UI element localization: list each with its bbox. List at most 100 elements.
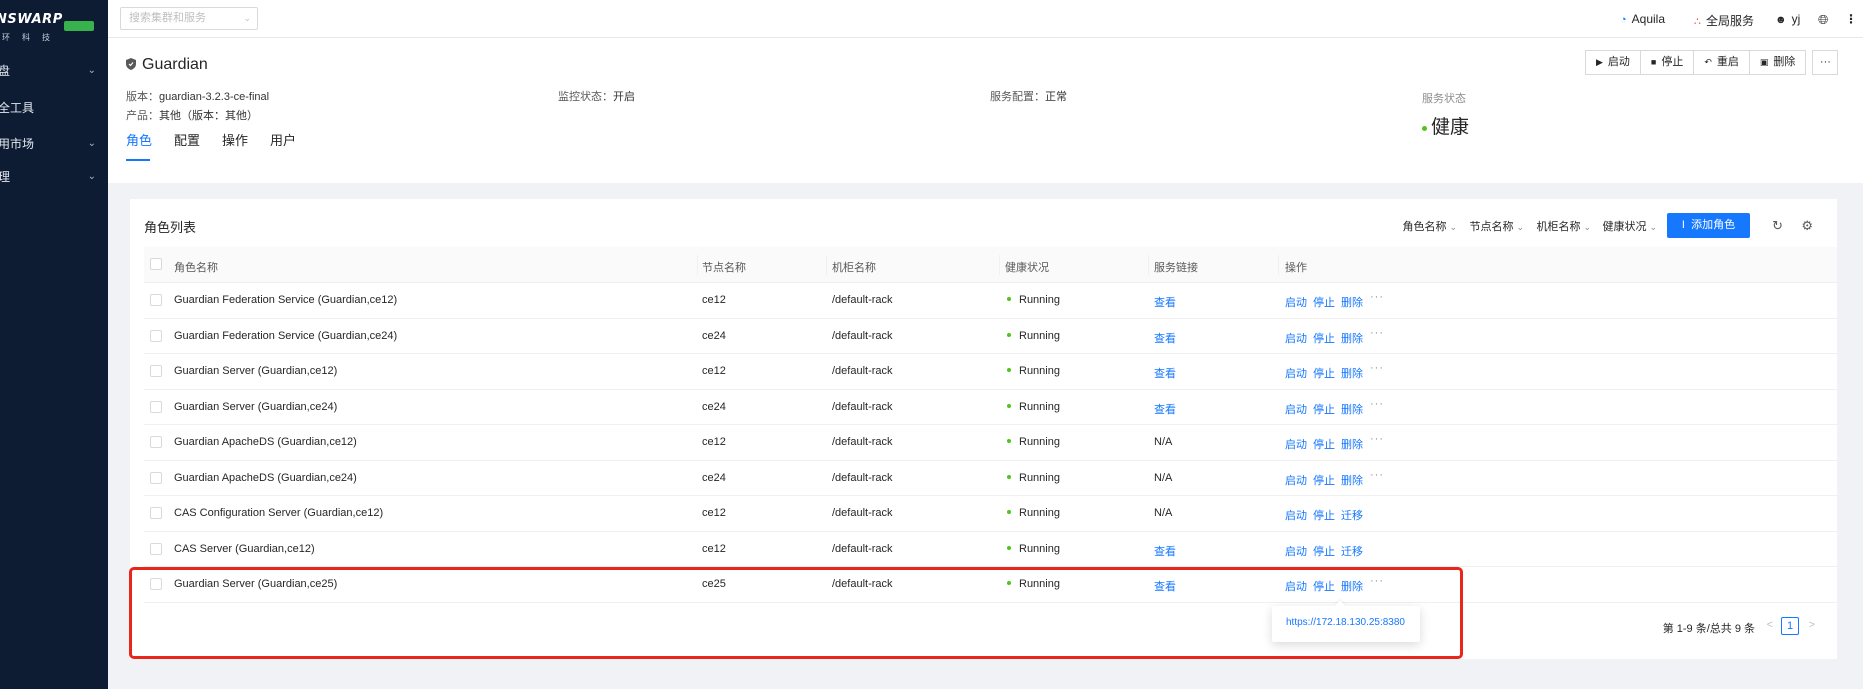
refresh-icon[interactable]: ↻ <box>1772 218 1783 234</box>
row-action-start-button[interactable]: 启动 <box>1285 578 1307 594</box>
row-action-start-button[interactable]: 启动 <box>1285 436 1307 452</box>
table-row[interactable]: Guardian Server (Guardian,ce25) ce25/defa… <box>144 567 1837 603</box>
row-action-stop-button[interactable]: 停止 <box>1313 365 1335 381</box>
row-action-migrate-button[interactable]: 迁移 <box>1341 507 1363 523</box>
sidebar-item-manage[interactable]: 理 ⌄ <box>0 167 108 187</box>
aquila-link[interactable]: ◔ Aquila <box>1620 12 1665 26</box>
row-action-start-button[interactable]: 启动 <box>1285 365 1307 381</box>
row-action-stop-button[interactable]: 停止 <box>1313 401 1335 417</box>
row-checkbox[interactable] <box>150 542 162 555</box>
col-actions: 操作 <box>1285 262 1307 274</box>
row-action-start-button[interactable]: 启动 <box>1285 330 1307 346</box>
row-action-start-button[interactable]: 启动 <box>1285 294 1307 310</box>
global-services-link[interactable]: ∴ 全局服务 <box>1694 12 1754 29</box>
table-row[interactable]: Guardian ApacheDS (Guardian,ce24) ce24/de… <box>144 461 1837 496</box>
row-action-start-button[interactable]: 启动 <box>1285 543 1307 559</box>
row-action-migrate-button[interactable]: 迁移 <box>1341 543 1363 559</box>
row-checkbox[interactable] <box>150 329 162 342</box>
row-action-start-button[interactable]: 启动 <box>1285 472 1307 488</box>
row-more-icon[interactable]: ··· <box>1370 469 1384 481</box>
settings-icon[interactable]: ⚙︎ <box>1801 218 1813 234</box>
row-checkbox[interactable] <box>150 365 162 377</box>
restart-button[interactable]: ↶ 重启 <box>1693 50 1750 75</box>
health-status: Running <box>1007 543 1060 555</box>
row-more-icon[interactable]: ··· <box>1370 575 1384 587</box>
user-menu[interactable]: ☻ yj <box>1775 12 1800 26</box>
status-dot <box>1007 439 1011 443</box>
row-action-stop-button[interactable]: 停止 <box>1313 543 1335 559</box>
view-link[interactable]: 查看 <box>1154 578 1176 594</box>
stop-button[interactable]: ■ 停止 <box>1639 50 1695 75</box>
row-checkbox[interactable] <box>150 294 162 306</box>
table-row[interactable]: Guardian Federation Service (Guardian,ce… <box>144 283 1837 319</box>
row-action-stop-button[interactable]: 停止 <box>1313 294 1335 310</box>
service-url-link[interactable]: https://172.18.130.25:8380 <box>1286 617 1405 628</box>
row-more-icon[interactable]: ··· <box>1370 327 1384 339</box>
page-button[interactable]: 1 <box>1781 617 1799 635</box>
cluster-search-select[interactable]: 搜索集群和服务 ⌄ <box>120 7 258 30</box>
logo[interactable]: NSWARP 环科技 <box>0 12 108 46</box>
start-button[interactable]: ▶ 启动 <box>1585 50 1641 75</box>
tab-users[interactable]: 用户 <box>270 130 296 149</box>
row-action-delete-button[interactable]: 删除 <box>1341 330 1363 346</box>
view-link[interactable]: 查看 <box>1154 294 1176 310</box>
row-action-start-button[interactable]: 启动 <box>1285 507 1307 523</box>
row-checkbox[interactable] <box>150 578 162 590</box>
table-row[interactable]: CAS Server (Guardian,ce12) ce12/default-r… <box>144 532 1837 567</box>
row-action-delete-button[interactable]: 删除 <box>1341 294 1363 310</box>
stop-label: 停止 <box>1661 56 1684 68</box>
sidebar-item-dashboard[interactable]: 盘 ⌄ <box>0 61 108 81</box>
tab-operations[interactable]: 操作 <box>222 130 248 149</box>
row-action-delete-button[interactable]: 删除 <box>1341 472 1363 488</box>
chevron-right-icon[interactable]: > <box>1809 619 1815 631</box>
row-checkbox[interactable] <box>150 436 162 448</box>
row-action-stop-button[interactable]: 停止 <box>1313 436 1335 452</box>
row-action-delete-button[interactable]: 删除 <box>1341 401 1363 417</box>
add-role-button[interactable]: I 添加角色 <box>1667 213 1750 238</box>
topbar: 搜索集群和服务 ⌄ ◔ Aquila ∴ 全局服务 ☻ yj 🌐︎ ⋮ <box>108 0 1863 38</box>
filter-role-name[interactable]: 角色名称 ⌄ <box>1402 218 1457 234</box>
view-link[interactable]: 查看 <box>1154 401 1176 417</box>
row-more-icon[interactable]: ··· <box>1370 291 1384 303</box>
health-status: Running <box>1007 330 1060 342</box>
row-checkbox[interactable] <box>150 507 162 519</box>
row-action-delete-button[interactable]: 删除 <box>1341 436 1363 452</box>
view-link[interactable]: 查看 <box>1154 330 1176 346</box>
row-checkbox[interactable] <box>150 400 162 413</box>
filter-node-name[interactable]: 节点名称 ⌄ <box>1469 218 1524 234</box>
tab-config[interactable]: 配置 <box>174 130 200 149</box>
row-more-icon[interactable]: ··· <box>1370 398 1384 410</box>
row-action-stop-button[interactable]: 停止 <box>1313 507 1335 523</box>
row-action-delete-button[interactable]: 删除 <box>1341 365 1363 381</box>
sidebar-item-market[interactable]: 用市场 ⌄ <box>0 134 108 154</box>
row-more-icon[interactable]: ··· <box>1370 362 1384 374</box>
filter-health[interactable]: 健康状况 ⌄ <box>1602 218 1657 234</box>
row-checkbox[interactable] <box>150 471 162 484</box>
view-link[interactable]: 查看 <box>1154 365 1176 381</box>
table-row[interactable]: Guardian Server (Guardian,ce12) ce12/defa… <box>144 354 1837 390</box>
chevron-down-icon: ⌄ <box>87 138 96 149</box>
more-menu-button[interactable]: ⋮ <box>1845 12 1857 26</box>
sidebar-item-tools[interactable]: 全工具 <box>0 98 108 118</box>
chevron-left-icon[interactable]: < <box>1767 619 1773 631</box>
row-more-icon[interactable]: ··· <box>1370 433 1384 445</box>
row-action-stop-button[interactable]: 停止 <box>1313 330 1335 346</box>
row-action-start-button[interactable]: 启动 <box>1285 401 1307 417</box>
row-action-stop-button[interactable]: 停止 <box>1313 578 1335 594</box>
delete-button[interactable]: ▣ 删除 <box>1748 50 1807 75</box>
filter-rack-name[interactable]: 机柜名称 ⌄ <box>1536 218 1591 234</box>
view-link[interactable]: 查看 <box>1154 543 1176 559</box>
table-row[interactable]: Guardian ApacheDS (Guardian,ce12) ce12/de… <box>144 425 1837 461</box>
row-action-delete-button[interactable]: 删除 <box>1341 578 1363 594</box>
col-node-name: 节点名称 <box>702 262 746 274</box>
more-actions-button[interactable]: ··· <box>1812 50 1839 75</box>
row-action-stop-button[interactable]: 停止 <box>1313 472 1335 488</box>
role-name: Guardian Server (Guardian,ce24) <box>174 400 338 413</box>
table-row[interactable]: Guardian Server (Guardian,ce24) ce24/defa… <box>144 390 1837 425</box>
language-button[interactable]: 🌐︎ <box>1818 12 1833 28</box>
table-row[interactable]: Guardian Federation Service (Guardian,ce… <box>144 319 1837 354</box>
table-row[interactable]: CAS Configuration Server (Guardian,ce12)… <box>144 496 1837 532</box>
restart-label: 重启 <box>1716 56 1739 68</box>
select-all-checkbox[interactable] <box>150 258 162 270</box>
tab-roles[interactable]: 角色 <box>126 130 152 149</box>
